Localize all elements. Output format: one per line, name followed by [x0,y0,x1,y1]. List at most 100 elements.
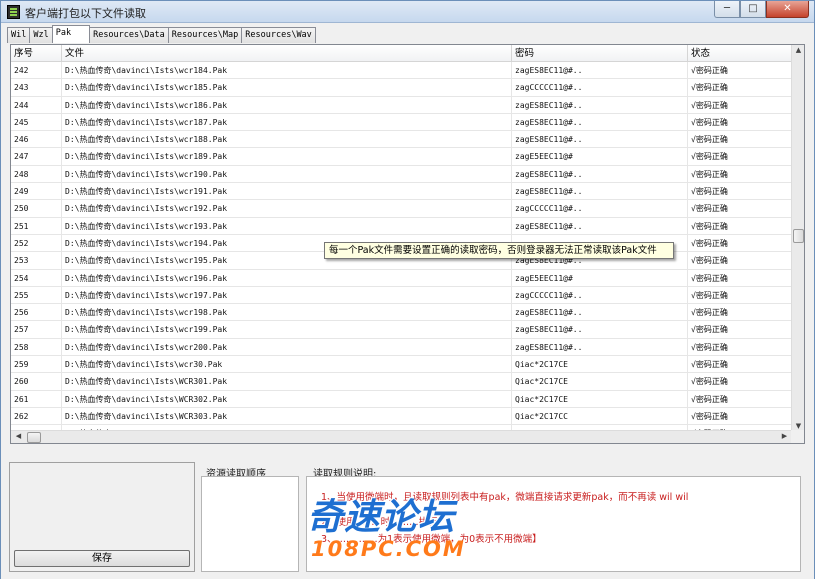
row-file-path: D:\热血传奇\davinci\Ists\wcr187.Pak [62,113,512,131]
watermark-chinese-text: 奇速论坛 [307,497,456,538]
row-index: 255 [11,286,62,304]
table-row[interactable]: 249 D:\热血传奇\davinci\Ists\wcr191.Pak zagES8… [11,183,792,201]
row-file-path: D:\热血传奇\davinci\Ists\wcr199.Pak [62,321,512,339]
tab-wzl[interactable]: Wzl [29,27,53,43]
row-password[interactable]: zagES8EC11@#.. [512,131,688,149]
row-index: 249 [11,183,62,201]
row-password[interactable]: zagE5EEC11@# [512,269,688,287]
column-header-status[interactable]: 状态 [688,45,792,62]
table-row[interactable]: 259 D:\热血传奇\davinci\Ists\wcr30.Pak Qiac*2C… [11,356,792,374]
table-row[interactable]: 247 D:\热血传奇\davinci\Ists\wcr189.Pak zagE5E… [11,148,792,166]
row-password[interactable]: zagES8EC11@#.. [512,62,688,79]
title-bar[interactable]: 客户端打包以下文件读取 ─ □ ✕ [1,1,814,23]
table-row[interactable]: 262 D:\热血传奇\davinci\Ists\WCR303.Pak Qiac*2… [11,407,792,426]
table-row[interactable]: 258 D:\热血传奇\davinci\Ists\wcr200.Pak zagES8… [11,338,792,357]
row-file-path: D:\热血传奇\davinci\Ists\WCR301.Pak [62,373,512,391]
column-header-password[interactable]: 密码 [512,45,688,62]
table-row[interactable]: 243 D:\热血传奇\davinci\Ists\wcr185.Pak zagCCC… [11,79,792,97]
scroll-down-arrow-icon[interactable]: ▼ [792,422,804,430]
row-file-path: D:\热血传奇\davinci\Ists\wcr30.Pak [62,356,512,374]
scroll-left-arrow-icon[interactable]: ◀ [12,432,25,440]
row-status: √密码正确 [688,148,792,166]
forum-watermark-logo: 奇速论坛 108PC.COM [307,497,466,561]
close-button[interactable]: ✕ [766,1,809,18]
table-row[interactable]: 246 D:\热血传奇\davinci\Ists\wcr188.Pak zagES8… [11,131,792,149]
row-file-path: D:\热血传奇\davinci\Ists\wcr200.Pak [62,338,512,356]
window-title: 客户端打包以下文件读取 [25,7,146,20]
row-password[interactable]: zagES8EC11@#.. [512,183,688,201]
row-file-path: D:\热血传奇\davinci\Ists\wcr191.Pak [62,183,512,201]
row-password[interactable]: zagES8EC11@#.. [512,304,688,322]
tab-resources-wav[interactable]: Resources\Wav [241,27,316,43]
app-icon [7,5,20,19]
row-file-path: D:\热血传奇\davinci\Ists\wcr196.Pak [62,269,512,287]
row-index: 254 [11,269,62,287]
row-file-path: D:\热血传奇\davinci\Ists\WCR303.Pak [62,407,512,425]
row-index: 260 [11,373,62,391]
row-password[interactable]: zagES8EC11@#.. [512,338,688,356]
table-row[interactable]: 244 D:\热血传奇\davinci\Ists\wcr186.Pak zagES8… [11,96,792,114]
horizontal-scrollbar[interactable]: ◀ ▶ [11,430,792,443]
table-row[interactable]: 250 D:\热血传奇\davinci\Ists\wcr192.Pak zagCCC… [11,200,792,218]
row-index: 256 [11,304,62,322]
row-password[interactable]: zagE5EEC11@# [512,148,688,166]
tab-pak[interactable]: Pak [51,25,91,43]
row-index: 248 [11,165,62,183]
row-status: √密码正确 [688,113,792,131]
row-index: 247 [11,148,62,166]
row-password[interactable]: Qiac*2C17CE [512,390,688,408]
row-status: √密码正确 [688,407,792,425]
row-file-path: D:\热血传奇\davinci\Ists\wcr184.Pak [62,62,512,79]
row-password[interactable]: zagES8EC11@#.. [512,217,688,235]
table-row[interactable]: 261 D:\热血传奇\davinci\Ists\WCR302.Pak Qiac*2… [11,390,792,408]
row-file-path: D:\热血传奇\davinci\Ists\wcr185.Pak [62,79,512,97]
row-index: 252 [11,234,62,252]
row-password[interactable]: zagCCCCC11@#.. [512,200,688,218]
row-password[interactable]: zagCCCCC11@#.. [512,79,688,97]
table-row[interactable]: 256 D:\热血传奇\davinci\Ists\wcr198.Pak zagES8… [11,304,792,322]
table-row[interactable]: 245 D:\热血传奇\davinci\Ists\wcr187.Pak zagES8… [11,113,792,132]
row-password[interactable]: zagES8EC11@#.. [512,321,688,339]
row-index: 257 [11,321,62,339]
table-header: 序号 文件 密码 状态 [11,45,792,62]
tab-resources-data[interactable]: Resources\Data [89,27,169,43]
row-password[interactable]: Qiac*2C17CE [512,356,688,374]
row-index: 258 [11,338,62,356]
row-index: 250 [11,200,62,218]
column-header-file[interactable]: 文件 [62,45,512,62]
row-password[interactable]: Qiac*2C17CC [512,407,688,425]
table-row[interactable]: 248 D:\热血传奇\davinci\Ists\wcr190.Pak zagES8… [11,165,792,184]
row-password[interactable]: zagES8EC11@#.. [512,113,688,131]
tab-resources-map[interactable]: Resources\Map [167,27,243,43]
row-index: 251 [11,217,62,235]
row-index: 242 [11,62,62,79]
table-row[interactable]: 254 D:\热血传奇\davinci\Ists\wcr196.Pak zagE5E… [11,269,792,287]
column-header-index[interactable]: 序号 [11,45,62,62]
table-row[interactable]: 255 D:\热血传奇\davinci\Ists\wcr197.Pak zagCCC… [11,286,792,305]
row-status: √密码正确 [688,356,792,374]
row-password[interactable]: Qiac*2C17CE [512,373,688,391]
tab-wil[interactable]: Wil [7,27,31,43]
table-row[interactable]: 251 D:\热血传奇\davinci\Ists\wcr193.Pak zagES8… [11,217,792,235]
row-status: √密码正确 [688,269,792,287]
row-file-path: D:\热血传奇\davinci\Ists\wcr186.Pak [62,96,512,114]
table-row[interactable]: 260 D:\热血传奇\davinci\Ists\WCR301.Pak Qiac*2… [11,373,792,391]
table-row[interactable]: 242 D:\热血传奇\davinci\Ists\wcr184.Pak zagES8… [11,62,792,80]
vertical-scrollbar[interactable]: ▲ ▼ [791,45,804,431]
horizontal-scroll-thumb[interactable] [27,432,41,443]
resource-order-list[interactable] [201,476,299,572]
row-password[interactable]: zagCCCCC11@#.. [512,286,688,304]
scroll-right-arrow-icon[interactable]: ▶ [778,432,791,440]
save-button[interactable]: 保存 [14,550,190,567]
scroll-up-arrow-icon[interactable]: ▲ [792,46,804,54]
row-index: 244 [11,96,62,114]
table-row[interactable]: 257 D:\热血传奇\davinci\Ists\wcr199.Pak zagES8… [11,321,792,339]
row-password[interactable]: zagES8EC11@#.. [512,165,688,183]
row-password[interactable]: zagES8EC11@#.. [512,96,688,114]
password-tooltip: 每一个Pak文件需要设置正确的读取密码，否则登录器无法正常读取该Pak文件 [324,242,674,259]
maximize-button[interactable]: □ [740,1,766,18]
save-panel: 保存 [9,462,195,572]
minimize-button[interactable]: ─ [714,1,740,18]
vertical-scroll-thumb[interactable] [793,229,804,243]
row-status: √密码正确 [688,390,792,408]
